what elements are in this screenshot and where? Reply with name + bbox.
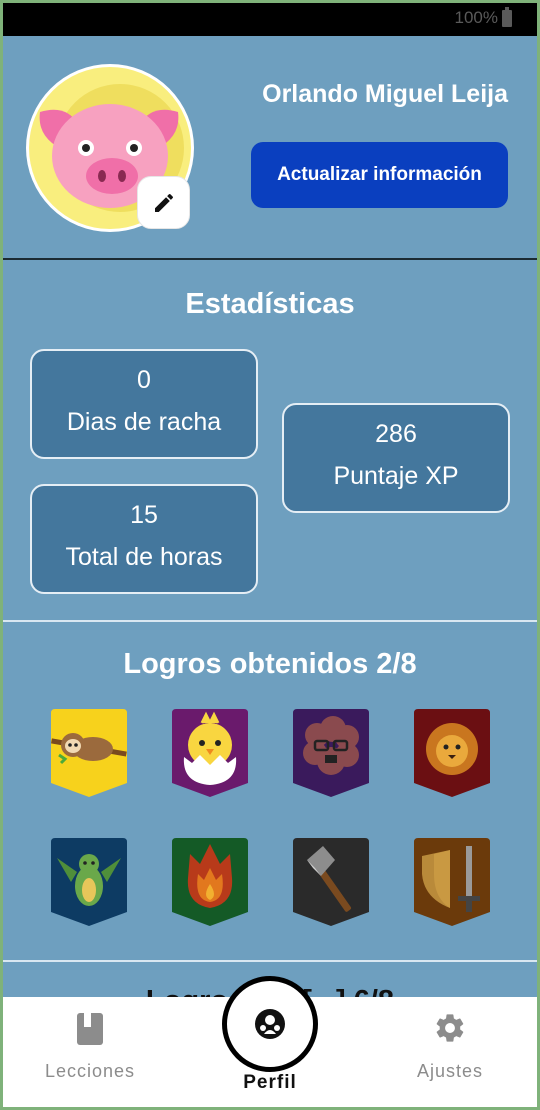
- nav-item-settings[interactable]: Ajustes: [360, 997, 540, 1110]
- fire-badge-icon[interactable]: [172, 838, 248, 928]
- book-icon: [77, 1013, 103, 1045]
- lion-badge-icon[interactable]: [414, 709, 490, 799]
- profile-header: Orlando Miguel Leija Actualizar informac…: [0, 36, 540, 259]
- nav-item-profile[interactable]: [222, 976, 318, 1072]
- divider: [0, 620, 540, 622]
- profile-icon: [255, 1009, 285, 1039]
- nav-label-lessons: Lecciones: [44, 1061, 136, 1081]
- pencil-icon: [154, 193, 173, 212]
- shield-sword-badge-icon[interactable]: [414, 838, 490, 928]
- nav-item-lessons[interactable]: Lecciones: [0, 997, 180, 1110]
- status-bar: 100%: [0, 0, 540, 36]
- xp-value: 286: [375, 420, 417, 448]
- stats-title: Estadísticas: [185, 288, 355, 320]
- sheep-badge-icon[interactable]: [293, 709, 369, 799]
- stat-card-hours: 15 Total de horas: [30, 484, 258, 594]
- gear-icon: [436, 1014, 464, 1042]
- edit-avatar-button[interactable]: [137, 176, 190, 229]
- divider: [0, 960, 540, 962]
- battery-icon: [502, 6, 512, 27]
- nav-label-profile: Perfil: [243, 1072, 297, 1093]
- battery-text: 100%: [454, 8, 498, 27]
- user-name: Orlando Miguel Leija: [262, 80, 508, 108]
- achievements-title: Logros obtenidos 2/8: [123, 648, 417, 680]
- nav-label-settings: Ajustes: [416, 1061, 484, 1081]
- streak-value: 0: [137, 366, 151, 394]
- divider: [0, 258, 540, 260]
- dragon-badge-icon[interactable]: [51, 838, 127, 928]
- streak-label: Dias de racha: [66, 408, 222, 436]
- stat-card-xp: 286 Puntaje XP: [282, 403, 510, 513]
- chick-badge-icon[interactable]: [172, 709, 248, 799]
- sloth-badge-icon[interactable]: [51, 709, 127, 799]
- xp-label: Puntaje XP: [333, 462, 459, 490]
- update-info-button[interactable]: Actualizar información: [251, 142, 508, 208]
- stat-card-streak: 0 Dias de racha: [30, 349, 258, 459]
- hours-label: Total de horas: [65, 543, 223, 571]
- axe-badge-icon[interactable]: [293, 838, 369, 928]
- hours-value: 15: [130, 501, 158, 529]
